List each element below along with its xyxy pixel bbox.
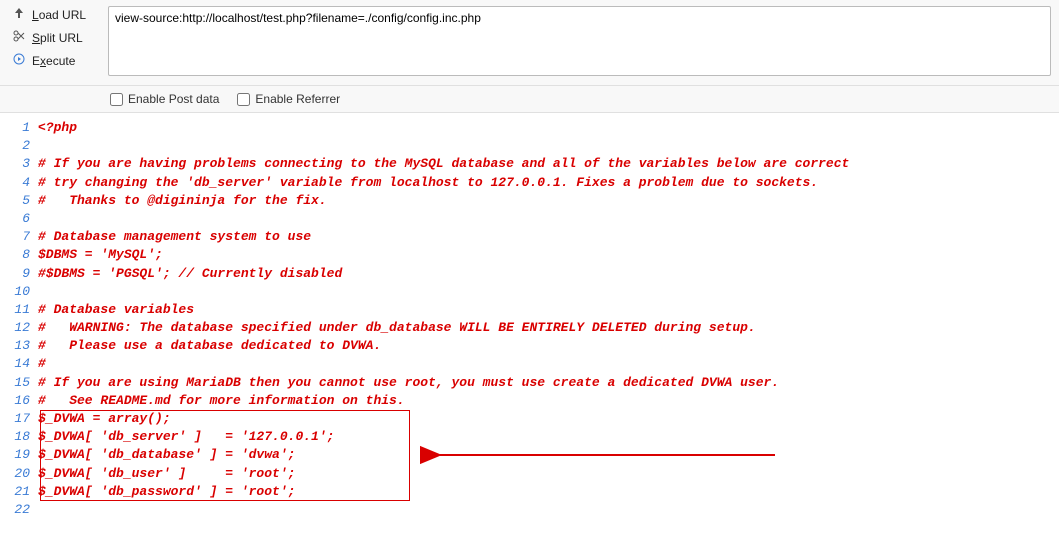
line-number: 14	[0, 355, 38, 373]
enable-post-label: Enable Post data	[128, 92, 219, 106]
line-number: 8	[0, 246, 38, 264]
code-line: 2	[0, 137, 1059, 155]
code-line: 17$_DVWA = array();	[0, 410, 1059, 428]
line-number: 11	[0, 301, 38, 319]
url-box	[102, 2, 1057, 83]
code-line: 13# Please use a database dedicated to D…	[0, 337, 1059, 355]
line-number: 21	[0, 483, 38, 501]
line-number: 5	[0, 192, 38, 210]
enable-post-checkbox[interactable]: Enable Post data	[110, 92, 219, 106]
line-text: #$DBMS = 'PGSQL'; // Currently disabled	[38, 265, 342, 283]
line-text: $_DVWA[ 'db_server' ] = '127.0.0.1';	[38, 428, 334, 446]
code-line: 5# Thanks to @digininja for the fix.	[0, 192, 1059, 210]
line-text: $_DVWA[ 'db_user' ] = 'root';	[38, 465, 295, 483]
split-url-icon	[12, 30, 26, 45]
split-url-label: Split URL	[32, 31, 83, 45]
enable-referrer-label: Enable Referrer	[255, 92, 340, 106]
code-line: 8$DBMS = 'MySQL';	[0, 246, 1059, 264]
split-url-button[interactable]: Split URL	[6, 27, 98, 48]
execute-icon	[12, 53, 26, 68]
line-number: 15	[0, 374, 38, 392]
line-number: 4	[0, 174, 38, 192]
line-text: <?php	[38, 119, 77, 137]
enable-post-input[interactable]	[110, 93, 123, 106]
line-text: $_DVWA[ 'db_password' ] = 'root';	[38, 483, 295, 501]
line-number: 22	[0, 501, 38, 519]
line-number: 6	[0, 210, 38, 228]
line-text: $_DVWA = array();	[38, 410, 171, 428]
code-line: 18$_DVWA[ 'db_server' ] = '127.0.0.1';	[0, 428, 1059, 446]
execute-label: Execute	[32, 54, 75, 68]
line-number: 10	[0, 283, 38, 301]
toolbar-buttons: Load URL Split URL Execute	[2, 2, 102, 83]
code-line: 6	[0, 210, 1059, 228]
code-line: 7# Database management system to use	[0, 228, 1059, 246]
source-view: 1<?php23# If you are having problems con…	[0, 113, 1059, 519]
line-number: 7	[0, 228, 38, 246]
line-text: # If you are using MariaDB then you cann…	[38, 374, 779, 392]
options-row: Enable Post data Enable Referrer	[0, 86, 1059, 113]
line-number: 2	[0, 137, 38, 155]
code-line: 21$_DVWA[ 'db_password' ] = 'root';	[0, 483, 1059, 501]
load-url-icon	[12, 7, 26, 22]
enable-referrer-input[interactable]	[237, 93, 250, 106]
code-line: 9#$DBMS = 'PGSQL'; // Currently disabled	[0, 265, 1059, 283]
code-line: 3# If you are having problems connecting…	[0, 155, 1059, 173]
line-number: 3	[0, 155, 38, 173]
line-text: #	[38, 355, 46, 373]
load-url-button[interactable]: Load URL	[6, 4, 98, 25]
line-text: # Thanks to @digininja for the fix.	[38, 192, 327, 210]
enable-referrer-checkbox[interactable]: Enable Referrer	[237, 92, 340, 106]
code-line: 14#	[0, 355, 1059, 373]
line-text: # See README.md for more information on …	[38, 392, 405, 410]
line-number: 20	[0, 465, 38, 483]
line-text: # Database variables	[38, 301, 194, 319]
line-text: # If you are having problems connecting …	[38, 155, 849, 173]
toolbar: Load URL Split URL Execute	[0, 0, 1059, 86]
code-line: 11# Database variables	[0, 301, 1059, 319]
line-text: $_DVWA[ 'db_database' ] = 'dvwa';	[38, 446, 295, 464]
line-text: # Database management system to use	[38, 228, 311, 246]
line-number: 19	[0, 446, 38, 464]
url-input[interactable]	[108, 6, 1051, 76]
code-line: 4# try changing the 'db_server' variable…	[0, 174, 1059, 192]
load-url-label: Load URL	[32, 8, 86, 22]
line-number: 9	[0, 265, 38, 283]
code-line: 16# See README.md for more information o…	[0, 392, 1059, 410]
code-line: 10	[0, 283, 1059, 301]
line-number: 12	[0, 319, 38, 337]
line-text: # Please use a database dedicated to DVW…	[38, 337, 381, 355]
code-line: 19$_DVWA[ 'db_database' ] = 'dvwa';	[0, 446, 1059, 464]
line-number: 18	[0, 428, 38, 446]
code-line: 15# If you are using MariaDB then you ca…	[0, 374, 1059, 392]
line-number: 17	[0, 410, 38, 428]
execute-button[interactable]: Execute	[6, 50, 98, 71]
line-number: 13	[0, 337, 38, 355]
line-text: # try changing the 'db_server' variable …	[38, 174, 818, 192]
line-text: $DBMS = 'MySQL';	[38, 246, 163, 264]
line-number: 16	[0, 392, 38, 410]
line-text: # WARNING: The database specified under …	[38, 319, 756, 337]
code-line: 22	[0, 501, 1059, 519]
code-line: 12# WARNING: The database specified unde…	[0, 319, 1059, 337]
line-number: 1	[0, 119, 38, 137]
code-line: 20$_DVWA[ 'db_user' ] = 'root';	[0, 465, 1059, 483]
code-line: 1<?php	[0, 119, 1059, 137]
